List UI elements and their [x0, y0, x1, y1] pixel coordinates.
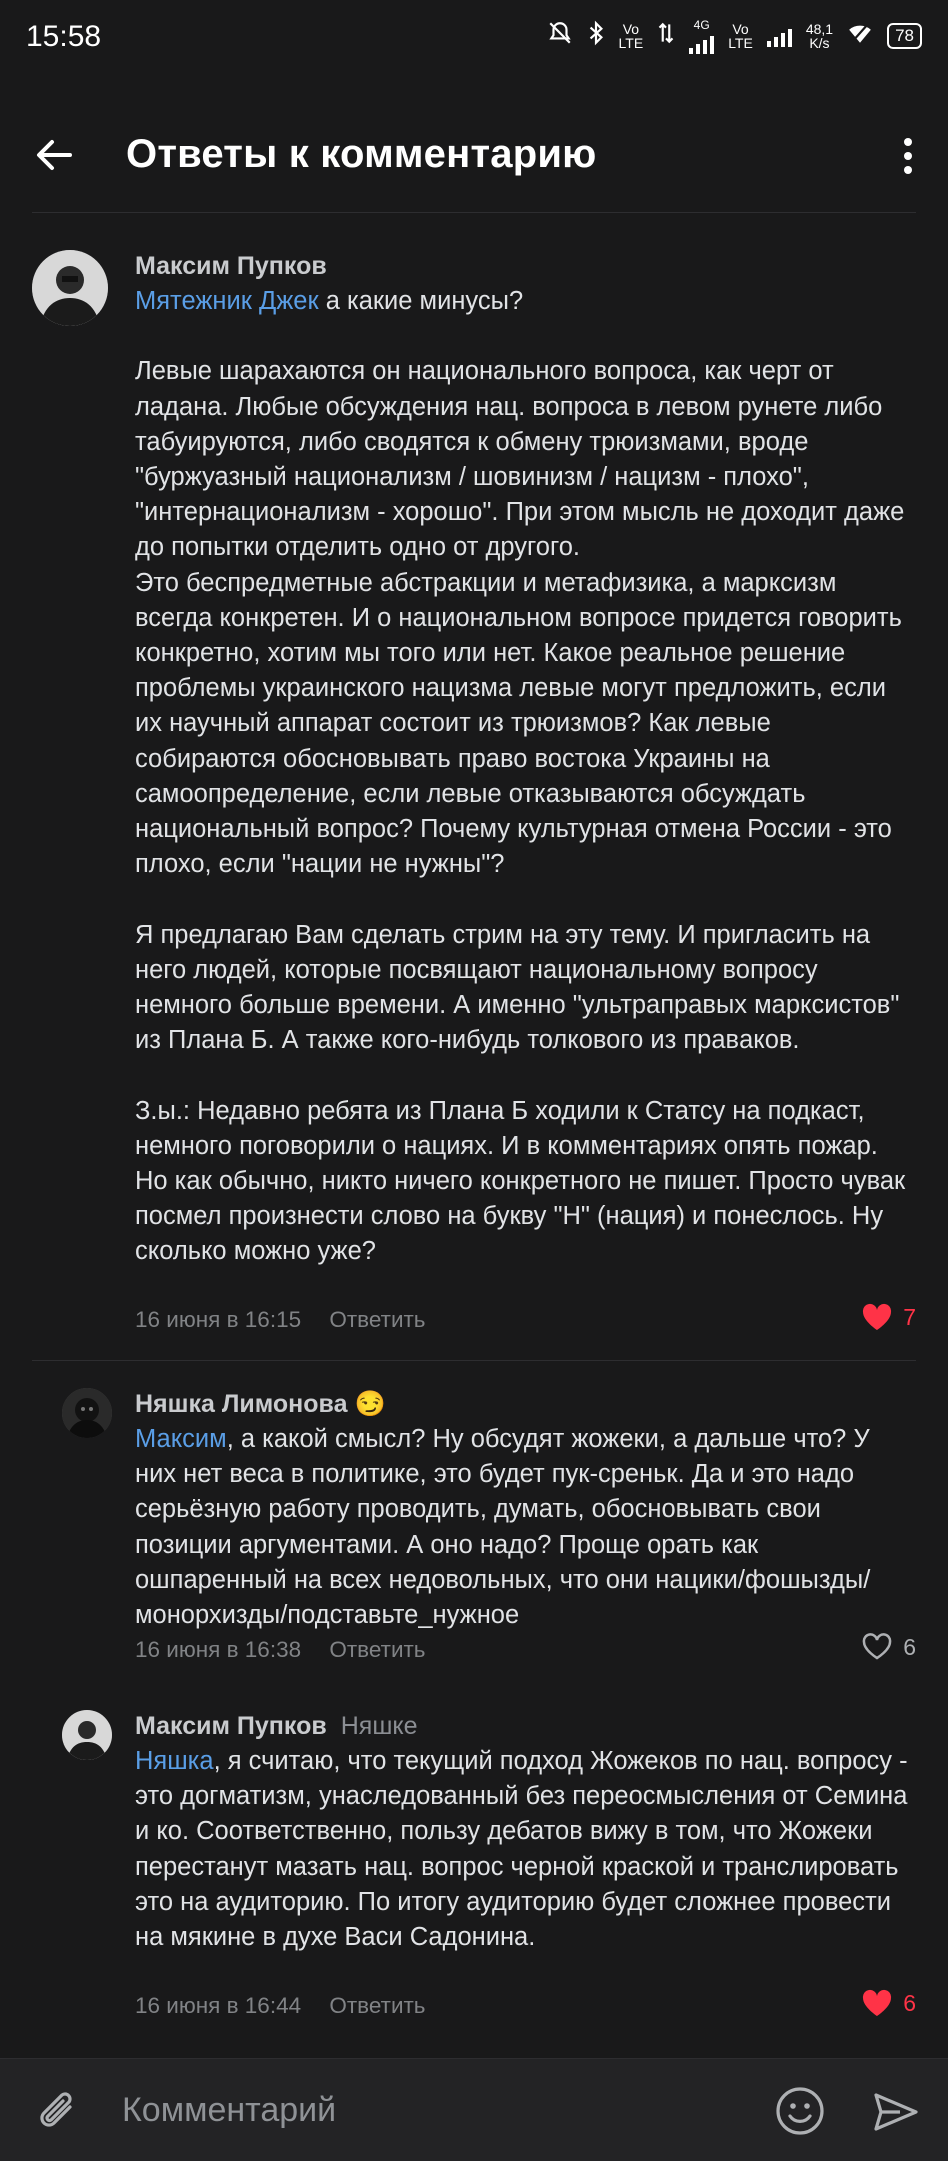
like-count: 6	[903, 1989, 916, 2016]
reply-button[interactable]: Ответить	[329, 1307, 425, 1332]
comment-author[interactable]: Няшка Лимонова 😏	[135, 1390, 386, 1419]
reply-to-label: Няшке	[340, 1712, 418, 1740]
mention-link[interactable]: Мятежник Джек	[135, 287, 319, 315]
comment-text: Максим, а какой смысл? Ну обсудят жожеки…	[135, 1425, 877, 1630]
comment-divider	[32, 1360, 916, 1361]
author-emoji: 😏	[354, 1390, 386, 1418]
reply-button[interactable]: Ответить	[329, 1637, 425, 1662]
comment-reply: Няшка Лимонова 😏 Максим, а какой смысл? …	[0, 1388, 948, 1668]
comment-author[interactable]: Максим Пупков Няшке	[135, 1712, 418, 1741]
like-button[interactable]: 7	[861, 1303, 916, 1331]
paperclip-icon[interactable]	[34, 2087, 84, 2137]
comment-date: 16 июня в 16:15	[135, 1307, 302, 1332]
like-button[interactable]: 6	[861, 1633, 916, 1661]
avatar[interactable]	[62, 1388, 112, 1438]
page-title: Ответы к комментарию	[126, 132, 597, 176]
like-button[interactable]: 6	[861, 1989, 916, 2017]
wifi-off-icon	[847, 21, 873, 51]
reply-button[interactable]: Ответить	[329, 1993, 425, 2018]
status-bar: 15:58 Vo LTE 4G Vo LTE 48,1 K/s 78	[0, 0, 948, 76]
data-arrows-icon	[657, 20, 675, 52]
header-divider	[32, 212, 916, 213]
mention-link[interactable]: Няшка	[135, 1747, 214, 1775]
comment-meta: 16 июня в 16:15 Ответить	[135, 1307, 426, 1333]
comment-composer	[0, 2058, 948, 2161]
status-time: 15:58	[26, 20, 102, 53]
heart-outline-icon	[862, 1633, 892, 1660]
volte-indicator-2: Vo LTE	[728, 21, 753, 51]
comment-text: Мятежник Джек а какие минусы? Левые шара…	[135, 287, 906, 1266]
app-header: Ответы к комментарию	[0, 110, 948, 200]
avatar[interactable]	[32, 250, 108, 326]
mention-link[interactable]: Максим	[135, 1425, 227, 1453]
smile-icon[interactable]	[774, 2085, 826, 2137]
comment-meta: 16 июня в 16:38 Ответить	[135, 1637, 426, 1663]
volte-indicator: Vo LTE	[618, 21, 644, 51]
status-icons: Vo LTE 4G Vo LTE 48,1 K/s 78	[547, 18, 922, 54]
avatar[interactable]	[62, 1710, 112, 1760]
comment-meta: 16 июня в 16:44 Ответить	[135, 1993, 426, 2019]
mute-bell-icon	[547, 20, 573, 52]
send-icon[interactable]	[870, 2087, 920, 2137]
heart-filled-icon	[863, 1989, 892, 2016]
comment-input[interactable]	[120, 2081, 744, 2139]
comment-date: 16 июня в 16:44	[135, 1993, 302, 2018]
like-count: 7	[903, 1303, 916, 1330]
more-vertical-icon[interactable]	[898, 134, 918, 178]
bluetooth-icon	[587, 20, 605, 52]
comment-text: Няшка, я считаю, что текущий подход Жоже…	[135, 1747, 915, 1952]
like-count: 6	[903, 1633, 916, 1660]
battery-indicator: 78	[887, 23, 922, 49]
comment-reply: Максим Пупков Няшке Няшка, я считаю, что …	[0, 1710, 948, 2030]
network-speed: 48,1 K/s	[805, 21, 834, 51]
comment-root: Максим Пупков Мятежник Джек а какие мину…	[0, 250, 948, 1350]
back-arrow-icon[interactable]	[30, 130, 80, 180]
signal-bars-icon: 4G	[689, 18, 715, 54]
signal-bars-2-icon	[766, 25, 792, 47]
comment-date: 16 июня в 16:38	[135, 1637, 302, 1662]
comment-author[interactable]: Максим Пупков	[135, 252, 327, 281]
heart-filled-icon	[863, 1303, 892, 1330]
